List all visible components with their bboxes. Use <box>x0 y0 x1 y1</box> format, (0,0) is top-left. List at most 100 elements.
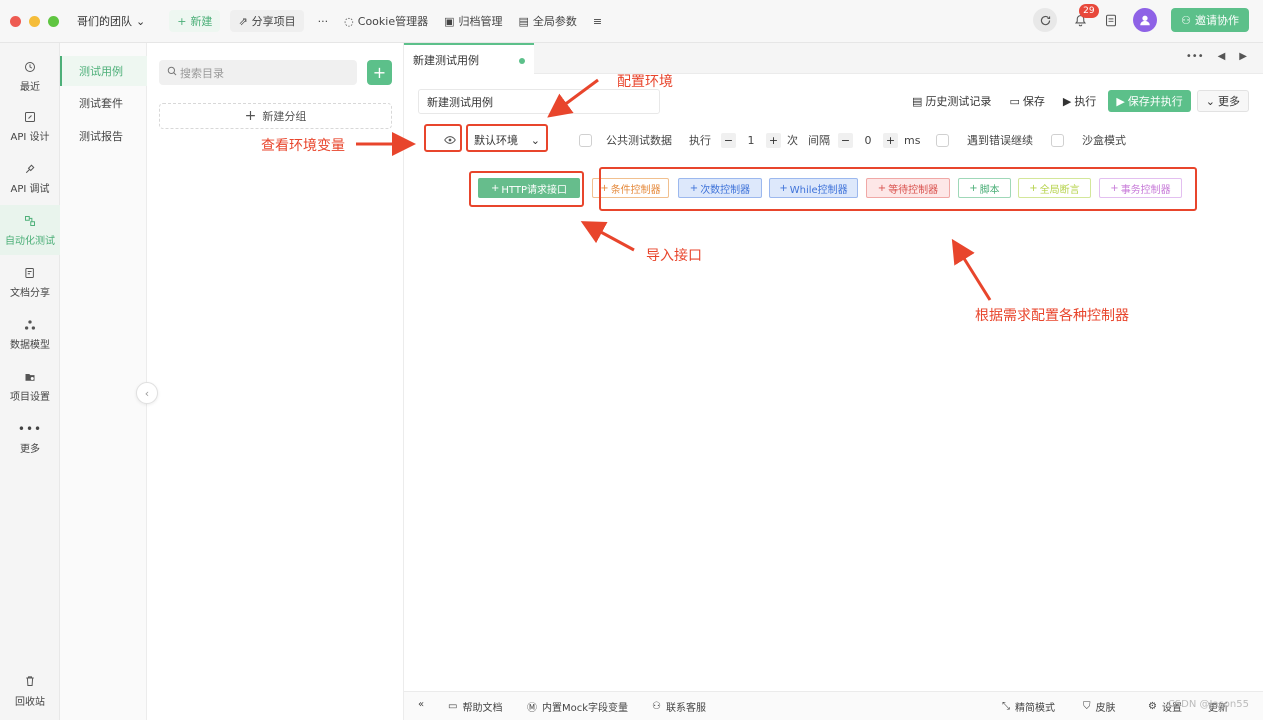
nav-item-data-model[interactable]: 数据模型 <box>0 309 60 359</box>
share-project-button[interactable]: ⇗ 分享项目 <box>230 10 304 32</box>
nav-label: 文档分享 <box>10 287 50 299</box>
sync-icon[interactable] <box>1033 8 1058 32</box>
archive-icon: ▣ <box>444 14 455 28</box>
add-global-assertion-button[interactable]: + 全局断言 <box>1018 178 1091 198</box>
collapse-sidebar-button[interactable]: ‹ <box>136 382 158 404</box>
cookie-icon: ◌ <box>344 14 354 28</box>
run-count-value[interactable]: 1 <box>742 134 760 147</box>
search-input[interactable]: 搜索目录 <box>159 60 357 85</box>
global-params-button[interactable]: ▤ 全局参数 <box>511 10 585 32</box>
new-button-label: 新建 <box>190 15 213 28</box>
nav-item-project-settings[interactable]: 项目设置 <box>0 361 60 411</box>
new-group-button[interactable]: + 新建分组 <box>159 103 392 129</box>
shirt-icon: ⛉ <box>1083 701 1091 712</box>
history-button[interactable]: ▤ 历史测试记录 <box>906 90 997 112</box>
add-loop-count-controller-button[interactable]: + 次数控制器 <box>678 178 762 198</box>
nav-item-recent[interactable]: 最近 <box>0 51 60 101</box>
subnav-item-test-cases[interactable]: 测试用例 <box>60 56 147 86</box>
nav-item-api-debug[interactable]: API 调试 <box>0 153 60 203</box>
collapse-left-icon[interactable]: « <box>418 699 424 710</box>
continue-on-error-checkbox[interactable] <box>936 133 949 147</box>
public-data-label: 公共测试数据 <box>606 134 672 147</box>
more-actions-button[interactable]: ⌄ 更多 <box>1196 90 1249 112</box>
environment-select[interactable]: 默认环境 ⌄ <box>468 128 546 152</box>
notification-badge: 29 <box>1079 4 1099 18</box>
controller-label: 全局断言 <box>1039 184 1080 196</box>
cookie-manager-button[interactable]: ◌ Cookie管理器 <box>336 10 436 32</box>
controller-label: 脚本 <box>979 184 1000 196</box>
simple-mode-button[interactable]: ⤡ 精简模式 <box>1002 699 1055 714</box>
save-and-run-button[interactable]: ▶ 保存并执行 <box>1108 90 1191 112</box>
test-case-name-input[interactable]: 新建测试用例 <box>418 89 660 114</box>
chevron-down-icon: ⌄ <box>530 133 540 147</box>
add-transaction-controller-button[interactable]: + 事务控制器 <box>1099 178 1182 198</box>
mock-variables-label: 内置Mock字段变量 <box>542 703 629 714</box>
more-label: 更多 <box>1218 95 1240 108</box>
sandbox-option[interactable]: 沙盒模式 <box>1051 131 1126 149</box>
plus-icon: + <box>779 182 788 194</box>
case-toolbar: ▤ 历史测试记录 ▭ 保存 ▶ 执行 ▶ 保存并执行 ⌄ 更多 <box>906 90 1249 112</box>
subnav-item-test-reports[interactable]: 测试报告 <box>60 121 147 151</box>
mock-variables-button[interactable]: Ⓜ 内置Mock字段变量 <box>527 699 628 714</box>
add-while-controller-button[interactable]: + While控制器 <box>769 178 858 198</box>
document-icon[interactable] <box>1103 12 1119 28</box>
team-selector[interactable]: 哥们的团队 ⌄ <box>77 13 145 29</box>
run-count-decrement[interactable]: − <box>721 132 736 148</box>
window-maximize-button[interactable] <box>48 15 59 27</box>
skin-button[interactable]: ⛉ 皮肤 <box>1083 699 1116 714</box>
add-condition-controller-button[interactable]: + 条件控制器 <box>592 178 669 198</box>
project-settings-icon <box>23 370 37 384</box>
run-count-increment[interactable]: + <box>766 132 781 148</box>
save-button[interactable]: ▭ 保存 <box>1003 90 1050 112</box>
run-button[interactable]: ▶ 执行 <box>1057 90 1102 112</box>
annotation-import-api: 导入接口 <box>646 248 702 264</box>
add-http-request-button[interactable]: + HTTP请求接口 <box>478 178 580 198</box>
support-button[interactable]: ⚇ 联系客服 <box>652 699 706 714</box>
public-data-option[interactable]: 公共测试数据 <box>579 131 672 149</box>
nav-item-doc-share[interactable]: 文档分享 <box>0 257 60 307</box>
tab-more-icon[interactable]: ••• <box>1186 51 1204 62</box>
continue-on-error-option[interactable]: 遇到错误继续 <box>936 131 1033 149</box>
interval-control: 间隔 − 0 + ms <box>808 131 920 149</box>
tab-prev-icon[interactable]: ◀ <box>1218 51 1226 62</box>
more-menu-label: ··· <box>317 14 329 28</box>
invite-collaborate-button[interactable]: ⚇ 邀请协作 <box>1171 8 1249 32</box>
tab-new-test-case[interactable]: 新建测试用例 <box>404 43 534 74</box>
eye-icon[interactable] <box>440 132 460 148</box>
add-item-button[interactable]: + <box>367 60 392 85</box>
archive-manager-label: 归档管理 <box>458 15 503 28</box>
title-bar: 哥们的团队 ⌄ + 新建 ⇗ 分享项目 ··· ◌ Cookie管理器 ▣ 归档… <box>0 0 1263 43</box>
interval-increment[interactable]: + <box>883 132 898 148</box>
main-panel: 新建测试用例 ••• ◀ ▶ 新建测试用例 ▤ 历史测试记录 ▭ 保存 ▶ 执行… <box>404 43 1263 691</box>
trash-button[interactable]: 回收站 <box>0 675 60 708</box>
sandbox-checkbox[interactable] <box>1051 133 1064 147</box>
nav-item-api-design[interactable]: API 设计 <box>0 101 60 151</box>
archive-manager-button[interactable]: ▣ 归档管理 <box>436 10 510 32</box>
plus-icon: + <box>244 108 257 124</box>
new-button[interactable]: + 新建 <box>169 10 221 32</box>
share-project-label: 分享项目 <box>251 15 296 28</box>
plus-icon: + <box>600 182 609 194</box>
help-docs-label: 帮助文档 <box>462 703 503 714</box>
nav-label: 自动化测试 <box>5 235 55 247</box>
titlebar-right: 29 ⚇ 邀请协作 <box>1033 4 1249 32</box>
add-wait-controller-button[interactable]: + 等待控制器 <box>866 178 950 198</box>
collapse-menu-icon[interactable]: ≡ <box>585 10 610 32</box>
history-label: 历史测试记录 <box>925 95 992 108</box>
user-avatar[interactable] <box>1133 8 1158 32</box>
public-data-checkbox[interactable] <box>579 133 592 147</box>
save-icon: ▭ <box>1009 94 1020 108</box>
nav-item-more[interactable]: ••• 更多 <box>0 413 60 463</box>
nav-item-automation[interactable]: 自动化测试 <box>0 205 60 255</box>
window-close-button[interactable] <box>10 15 21 27</box>
add-script-button[interactable]: + 脚本 <box>958 178 1011 198</box>
left-nav: 最近 API 设计 API 调试 自动化测试 文档分享 数据模型 项目设置 ••… <box>0 43 60 720</box>
window-minimize-button[interactable] <box>29 15 40 27</box>
interval-decrement[interactable]: − <box>838 132 853 148</box>
help-docs-button[interactable]: ▭ 帮助文档 <box>448 699 502 714</box>
interval-value[interactable]: 0 <box>859 134 877 147</box>
more-menu-button[interactable]: ··· <box>310 10 337 32</box>
subnav-item-test-suites[interactable]: 测试套件 <box>60 88 147 118</box>
tab-next-icon[interactable]: ▶ <box>1239 51 1247 62</box>
notification-bell-icon[interactable]: 29 <box>1071 4 1099 29</box>
